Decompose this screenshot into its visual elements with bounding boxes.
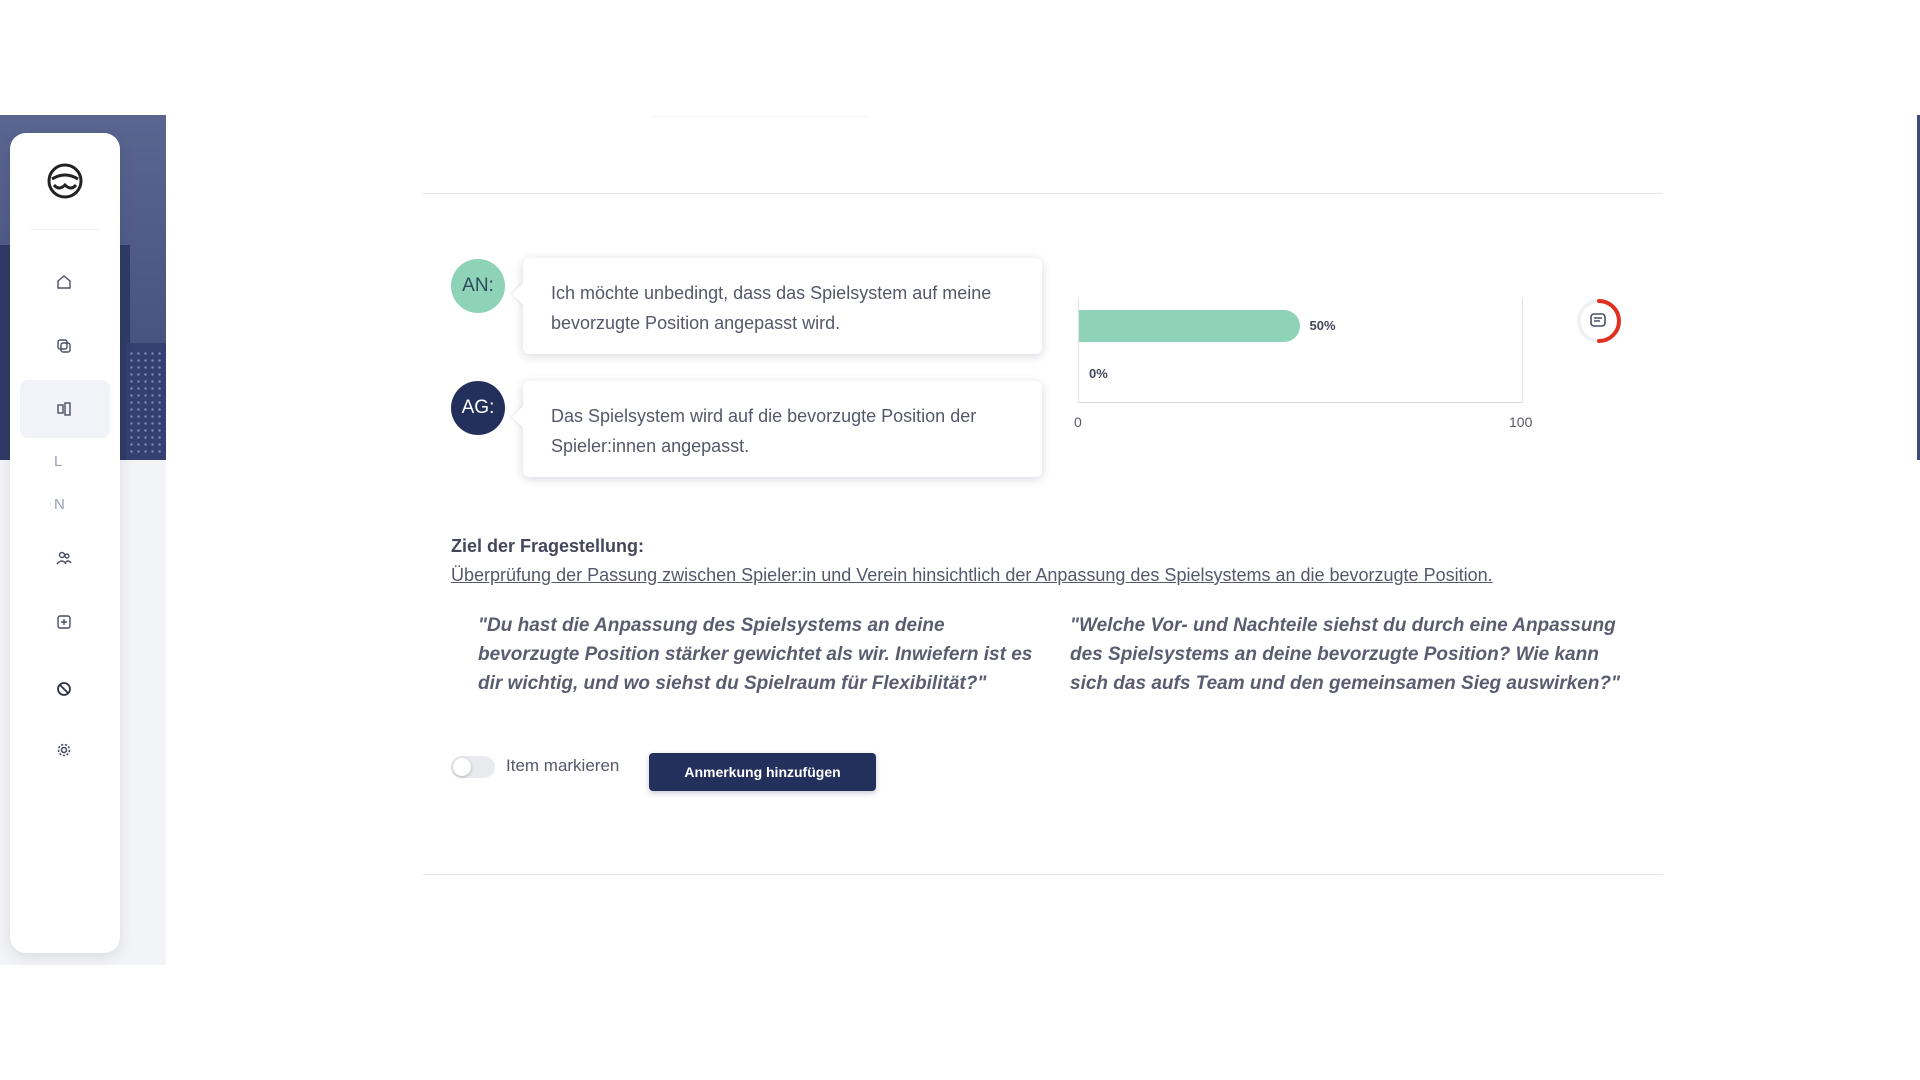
an-avatar: AN: [451,259,505,313]
toggle-knob [453,758,471,776]
compare-icon [57,402,71,416]
sidebar-item-home[interactable] [20,253,110,311]
copy-icon [57,339,71,353]
settings-icon [57,743,71,757]
suggested-question-left: "Du hast die Anpassung des Spielsystems … [478,615,1033,694]
sidebar-item-compare[interactable] [20,380,110,438]
ag-statement: Das Spielsystem wird auf die bevorzugte … [551,406,977,456]
progress-ring-icon[interactable] [1575,297,1623,345]
an-statement: Ich möchte unbedingt, dass das Spielsyst… [551,283,992,333]
section-divider-bottom [423,874,1663,875]
an-speech-bubble: Ich möchte unbedingt, dass das Spielsyst… [523,258,1042,354]
mark-item-toggle[interactable] [451,756,495,778]
ag-avatar: AG: [451,381,505,435]
sidebar-divider [30,229,100,230]
goal-text: Überprüfung der Passung zwischen Spieler… [451,565,1493,585]
sidebar-item-users[interactable] [20,529,110,587]
suggested-question-right: "Welche Vor- und Nachteile siehst du dur… [1070,615,1620,694]
sidebar: L N [10,133,120,953]
bar-value-label-an: 50% [1309,318,1336,333]
goal-title: Ziel der Fragestellung: [451,536,645,556]
sidebar-item-block[interactable] [20,660,110,718]
sidebar-item-copy[interactable] [20,317,110,375]
top-divider-faint [650,116,870,117]
add-box-icon [57,615,71,629]
block-icon [57,682,71,696]
section-divider-top [423,193,1663,194]
helmet-logo-icon [47,163,83,199]
x-tick-label-max: 100 [1509,414,1533,430]
sidebar-item-letter-n[interactable]: N [54,496,74,513]
logo[interactable] [45,161,85,201]
users-icon [56,551,72,565]
add-note-button[interactable]: Anmerkung hinzufügen [649,753,876,791]
sidebar-item-letter-l[interactable]: L [54,453,74,470]
sidebar-item-add[interactable] [20,593,110,651]
sidebar-item-settings[interactable] [20,721,110,779]
bar-value-label-ag: 0% [1089,366,1108,381]
home-icon [57,275,71,289]
bar-an [1079,310,1300,342]
ag-speech-bubble: Das Spielsystem wird auf die bevorzugte … [523,381,1042,477]
x-tick-label-min: 0 [1074,414,1082,430]
mark-item-label: Item markieren [506,756,620,775]
